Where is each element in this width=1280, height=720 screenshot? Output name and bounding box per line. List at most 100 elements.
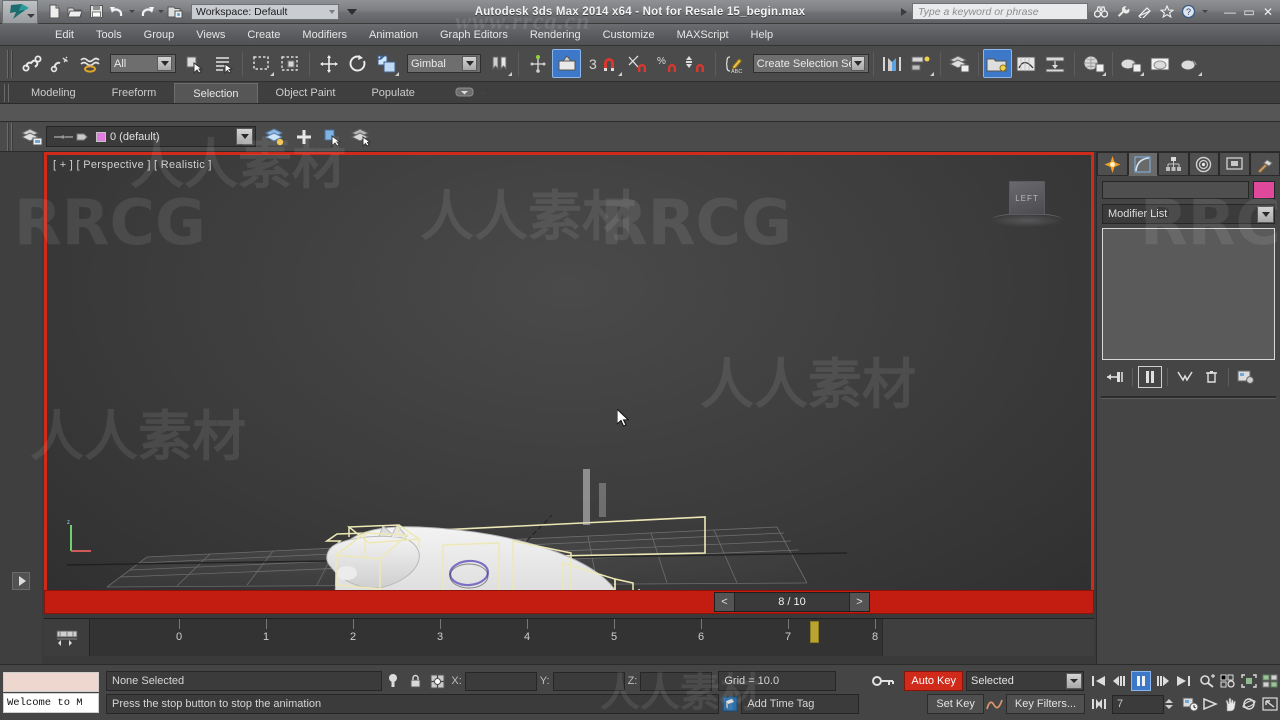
layer-color-swatch[interactable] [96,131,106,142]
ribbon-tab-object-paint[interactable]: Object Paint [258,83,354,103]
select-and-manipulate-icon[interactable] [523,49,552,78]
key-filters-button[interactable]: Key Filters... [1005,694,1085,714]
viewcube[interactable]: LEFT [1009,181,1045,215]
workspace-menu-caret-icon[interactable] [347,8,357,15]
zoom-all-icon[interactable] [1218,671,1238,691]
auto-key-button[interactable]: Auto Key [904,671,963,691]
field-of-view-icon[interactable] [1200,694,1220,714]
go-to-end-button[interactable] [1173,671,1193,691]
workspace-selector[interactable]: Workspace: Default [191,3,339,20]
maximize-button[interactable]: ▭ [1241,3,1257,21]
material-editor-icon[interactable] [1079,49,1108,78]
search-expand-icon[interactable] [901,7,907,16]
menu-item-maxscript[interactable]: MAXScript [666,24,740,46]
absolute-relative-transform-icon[interactable] [426,671,448,691]
set-current-layer-icon[interactable] [347,122,376,151]
menu-item-rendering[interactable]: Rendering [519,24,592,46]
animation-selection-combo[interactable]: Selected [966,671,1084,691]
undo-dropdown-icon[interactable] [129,10,135,13]
open-file-icon[interactable] [65,2,85,22]
current-layer-combo[interactable]: 0 (default) [46,126,256,147]
next-frame-button[interactable] [1152,671,1172,691]
modify-tab[interactable] [1127,152,1158,176]
make-unique-icon[interactable] [1173,366,1197,388]
maxscript-listener-white-line[interactable]: Welcome to M [3,693,99,713]
key-mode-icon[interactable] [870,671,896,691]
select-by-name-icon[interactable] [209,49,238,78]
rendered-frame-window-icon[interactable] [1146,49,1175,78]
named-selection-sets-chevron-down-icon[interactable] [850,56,865,71]
menu-item-views[interactable]: Views [185,24,236,46]
previous-frame-button[interactable] [1110,671,1130,691]
new-file-icon[interactable] [44,2,64,22]
menu-item-help[interactable]: Help [740,24,785,46]
time-slider-prev-button[interactable]: < [715,593,735,611]
ribbon-overflow-icon[interactable] [455,86,475,101]
menu-item-graph-editors[interactable]: Graph Editors [429,24,519,46]
orbit-icon[interactable] [1240,694,1260,714]
key-mode-toggle-button[interactable] [1089,694,1109,714]
set-key-button[interactable]: Set Key [927,694,984,714]
render-production-icon[interactable] [1175,49,1204,78]
modifier-list-chevron-down-icon[interactable] [1257,205,1274,223]
create-tab[interactable] [1097,152,1128,176]
selection-filter-combo[interactable]: All [110,54,176,73]
zoom-extents-icon[interactable] [1239,671,1259,691]
motion-tab[interactable] [1188,152,1219,176]
binoculars-icon[interactable] [1091,2,1110,21]
ribbon-tab-selection[interactable]: Selection [174,83,258,103]
maximize-viewport-icon[interactable] [1260,694,1280,714]
application-menu-button[interactable] [2,0,38,24]
show-end-result-icon[interactable] [1138,366,1162,388]
ribbon-grip[interactable] [4,84,10,102]
track-bar-ruler[interactable]: 0 1 2 3 4 5 6 7 8 9 10 [90,619,1094,656]
zoom-icon[interactable] [1197,671,1217,691]
open-mini-curve-editor-icon[interactable] [44,619,90,656]
ribbon-overflow-caret-icon[interactable] [479,92,486,95]
menu-item-tools[interactable]: Tools [85,24,133,46]
remove-modifier-icon[interactable] [1199,366,1223,388]
schematic-view-icon[interactable] [1041,49,1070,78]
select-and-move-icon[interactable] [314,49,343,78]
modifier-stack-list[interactable] [1102,228,1275,360]
menu-item-animation[interactable]: Animation [358,24,429,46]
star-icon[interactable] [1157,2,1176,21]
spinner-snap-toggle-icon[interactable]: % [653,49,682,78]
display-tab[interactable] [1219,152,1250,176]
selection-lock-icon[interactable] [404,671,426,691]
time-slider-next-button[interactable]: > [849,593,869,611]
ribbon-tab-populate[interactable]: Populate [353,83,432,103]
project-folder-icon[interactable] [165,2,185,22]
ribbon-tab-modeling[interactable]: Modeling [13,83,94,103]
time-slider-track[interactable] [44,590,1094,614]
adaptive-degradation-icon[interactable] [719,694,741,714]
object-name-field[interactable] [1102,181,1249,199]
menu-item-group[interactable]: Group [133,24,186,46]
spinner-snap-icon[interactable] [682,49,711,78]
named-selection-sets-combo[interactable]: Create Selection Set [752,54,869,73]
wrench-icon[interactable] [1113,2,1132,21]
select-and-link-icon[interactable] [17,49,46,78]
save-file-icon[interactable] [86,2,106,22]
menu-item-edit[interactable]: Edit [44,24,85,46]
bind-to-space-warp-icon[interactable] [75,49,104,78]
snaps-toggle-icon[interactable] [552,49,581,78]
animation-play-arrow-icon[interactable] [12,572,30,590]
modifier-list-combo[interactable]: Modifier List [1102,204,1275,224]
help-dropdown-icon[interactable] [1202,10,1208,13]
maxscript-listener-pink-line[interactable] [3,672,99,692]
redo-dropdown-icon[interactable] [158,10,164,13]
current-frame-spinner[interactable] [1165,699,1176,709]
add-time-tag[interactable]: Add Time Tag [741,694,860,714]
menu-item-customize[interactable]: Customize [592,24,666,46]
key-filters-curve-icon[interactable] [984,694,1006,714]
select-and-scale-icon[interactable] [372,49,401,78]
select-and-rotate-icon[interactable] [343,49,372,78]
maxscript-mini-listener[interactable]: Welcome to M [0,665,102,720]
select-object-icon[interactable] [180,49,209,78]
pin-stack-icon[interactable] [1103,366,1127,388]
reference-coordinate-system-combo[interactable]: Gimbal [407,54,481,73]
coordinate-system-chevron-down-icon[interactable] [462,56,477,71]
layer-toolbar-grip[interactable] [7,122,14,151]
zoom-extents-all-icon[interactable] [1260,671,1280,691]
